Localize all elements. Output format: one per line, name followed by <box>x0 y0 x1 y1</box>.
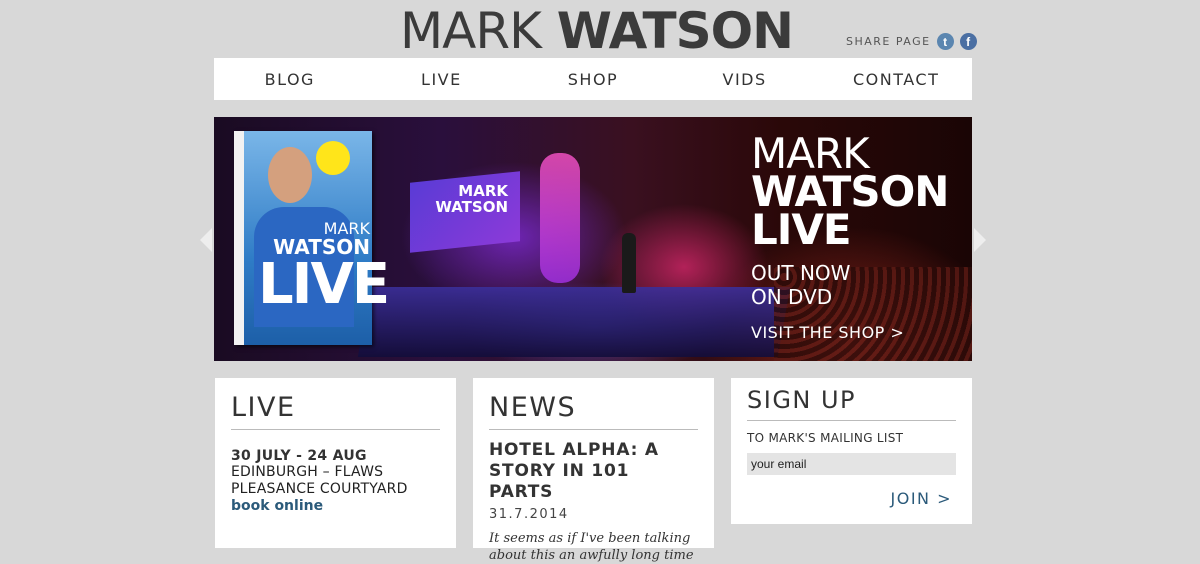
twitter-icon[interactable]: t <box>936 33 954 50</box>
nav-item-live[interactable]: LIVE <box>366 70 518 89</box>
logo-first-name: MARK <box>400 2 542 60</box>
hero-banner[interactable]: MARK WATSON MARK WATSON LIVE MARK WATSON… <box>214 117 972 361</box>
hero-title-line: LIVE <box>751 205 852 254</box>
live-event-location: EDINBURGH – FLAWS <box>231 464 384 480</box>
join-button[interactable]: JOIN > <box>891 489 953 508</box>
live-event-venue: PLEASANCE COURTYARD <box>231 481 408 497</box>
hero-text: MARK WATSON LIVE OUT NOW ON DVD <box>751 133 961 310</box>
news-date: 31.7.2014 <box>489 507 569 522</box>
signup-label: TO MARK'S MAILING LIST <box>747 431 904 445</box>
logo-last-name: WATSON <box>556 2 794 60</box>
share-label: SHARE PAGE <box>846 35 931 48</box>
stage-floor <box>357 287 791 357</box>
nav-item-blog[interactable]: BLOG <box>214 70 366 89</box>
site-logo[interactable]: MARK WATSON <box>400 2 794 60</box>
share-page: SHARE PAGE t f <box>846 33 977 50</box>
live-panel: LIVE 30 JULY - 24 AUG EDINBURGH – FLAWS … <box>215 378 456 548</box>
book-online-link[interactable]: book online <box>231 498 440 514</box>
news-headline-link[interactable]: HOTEL ALPHA: A STORY IN 101 PARTS <box>489 440 698 503</box>
news-excerpt: It seems as if I've been talking about t… <box>489 531 694 563</box>
live-event-date: 30 JULY - 24 AUG <box>231 448 367 464</box>
dvd-title: MARK WATSON LIVE <box>258 221 390 317</box>
facebook-icon[interactable]: f <box>959 33 977 50</box>
nav-item-contact[interactable]: CONTACT <box>820 70 972 89</box>
dvd-person-head <box>268 147 312 203</box>
hero-subtitle-line: OUT NOW <box>751 261 851 285</box>
dvd-sticker-badge <box>316 141 350 175</box>
stage-screen-text-line: MARK <box>458 182 508 200</box>
email-field[interactable] <box>747 453 956 475</box>
performer-figure <box>622 233 636 293</box>
news-panel-title: NEWS <box>489 392 698 430</box>
nav-item-shop[interactable]: SHOP <box>517 70 669 89</box>
hero-subtitle: OUT NOW ON DVD <box>751 261 961 309</box>
stage-screen-text: MARK WATSON <box>410 183 520 215</box>
visit-shop-link[interactable]: VISIT THE SHOP > <box>751 323 904 342</box>
signup-panel-title: SIGN UP <box>747 386 956 421</box>
nav-item-vids[interactable]: VIDS <box>669 70 821 89</box>
carousel-prev-arrow-icon[interactable] <box>200 228 212 252</box>
dvd-spine <box>234 131 244 345</box>
live-panel-title: LIVE <box>231 392 440 430</box>
hero-subtitle-line: ON DVD <box>751 285 833 309</box>
stage-light-pillar <box>540 153 580 283</box>
main-nav: BLOG LIVE SHOP VIDS CONTACT <box>214 58 972 100</box>
hero-title: MARK WATSON LIVE <box>751 133 961 254</box>
news-panel: NEWS HOTEL ALPHA: A STORY IN 101 PARTS 3… <box>473 378 714 563</box>
signup-panel: SIGN UP TO MARK'S MAILING LIST JOIN > <box>731 378 972 524</box>
stage-screen-text-line: WATSON <box>435 198 508 216</box>
carousel-next-arrow-icon[interactable] <box>974 228 986 252</box>
dvd-title-line: LIVE <box>258 252 390 317</box>
